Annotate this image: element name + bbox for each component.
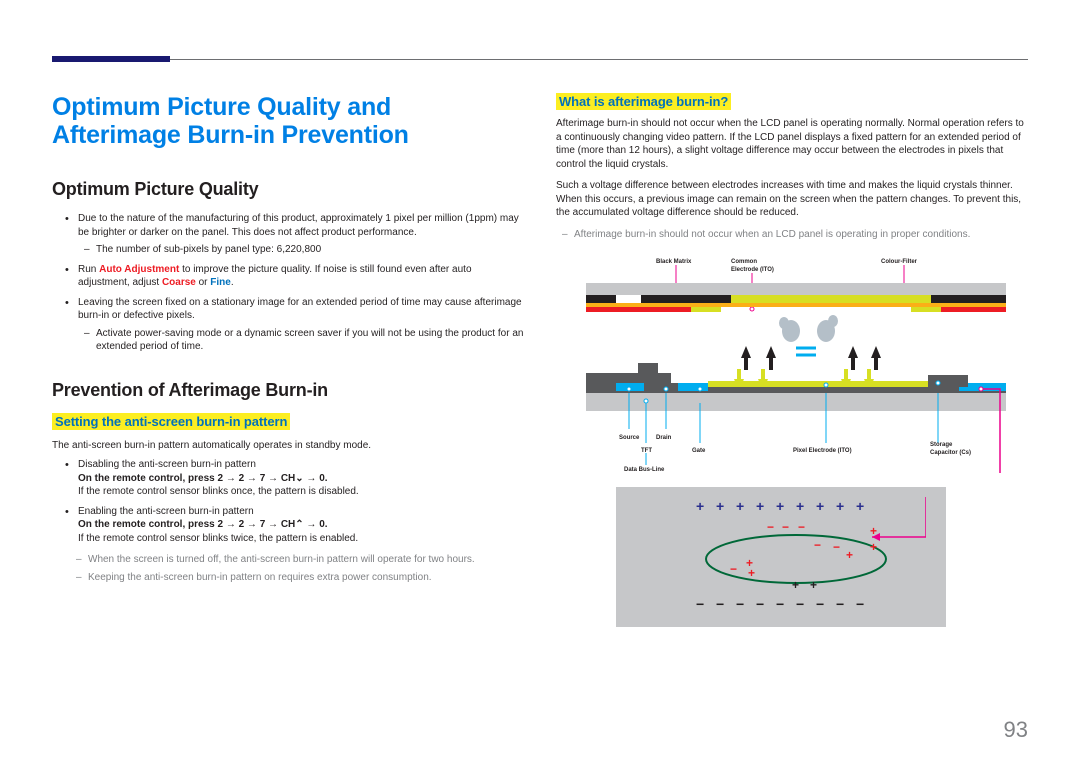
heading-prevention: Prevention of Afterimage Burn-in — [52, 380, 524, 401]
svg-text:+: + — [748, 566, 755, 580]
page: Optimum Picture Quality and Afterimage B… — [0, 0, 1080, 763]
svg-text:−: − — [730, 562, 737, 576]
svg-text:−: − — [767, 520, 774, 534]
pattern-intro: The anti-screen burn-in pattern automati… — [52, 439, 524, 453]
svg-text:−: − — [756, 596, 764, 612]
pattern-enable-cmd: On the remote control, press 2 → 2 → 7 →… — [78, 519, 328, 530]
svg-text:−: − — [833, 540, 840, 554]
label-colour-filter: Colour-Filter — [881, 259, 918, 265]
svg-text:−: − — [736, 596, 744, 612]
svg-text:+: + — [796, 498, 804, 514]
opq-item-1: Due to the nature of the manufacturing o… — [52, 212, 524, 257]
svg-text:+: + — [816, 498, 824, 514]
pattern-disable-cmd: On the remote control, press 2 → 2 → 7 →… — [78, 473, 328, 484]
diagram1-svg: Black Matrix Common Electrode (ITO) Colo… — [586, 253, 1006, 473]
svg-text:+: + — [736, 498, 744, 514]
svg-text:−: − — [696, 596, 704, 612]
svg-text:−: − — [776, 596, 784, 612]
svg-text:−: − — [814, 538, 821, 552]
pattern-disable: Disabling the anti-screen burn-in patter… — [52, 458, 524, 499]
label-storage-cap-1: Storage — [930, 442, 953, 448]
label-tft: TFT — [641, 448, 652, 454]
label-common-electrode-2: Electrode (ITO) — [731, 267, 774, 273]
svg-text:+: + — [776, 498, 784, 514]
label-data-busline: Data Bus-Line — [624, 467, 665, 473]
diagram-crystal-alignment: + + + + + + + + + − + + − − − − — [616, 487, 946, 627]
svg-text:−: − — [796, 596, 804, 612]
opq-list: Due to the nature of the manufacturing o… — [52, 212, 524, 354]
opq-item-2-pre: Run — [78, 264, 99, 275]
label-source: Source — [619, 435, 640, 441]
pattern-enable: Enabling the anti-screen burn-in pattern… — [52, 505, 524, 546]
svg-text:−: − — [856, 596, 864, 612]
label-drain: Drain — [656, 435, 672, 441]
right-column: What is afterimage burn-in? Afterimage b… — [556, 93, 1028, 703]
burnin-note-1: Afterimage burn-in should not occur when… — [556, 228, 1028, 242]
svg-text:−: − — [798, 520, 805, 534]
svg-text:−: − — [716, 596, 724, 612]
pattern-disable-result: If the remote control sensor blinks once… — [78, 486, 359, 497]
label-pixel-electrode: Pixel Electrode (ITO) — [793, 448, 852, 454]
header-divider — [52, 59, 1028, 60]
label-storage-cap-2: Capacitor (Cs) — [930, 450, 971, 456]
opq-item-2-coarse: Coarse — [162, 277, 196, 288]
opq-item-2-autoadj: Auto Adjustment — [99, 264, 179, 275]
pattern-enable-result: If the remote control sensor blinks twic… — [78, 533, 358, 544]
svg-text:−: − — [782, 520, 789, 534]
opq-item-3: Leaving the screen fixed on a stationary… — [52, 296, 524, 354]
heading-setting-pattern: Setting the anti-screen burn-in pattern — [52, 413, 290, 430]
opq-item-1-text: Due to the nature of the manufacturing o… — [78, 213, 519, 238]
svg-text:+: + — [846, 548, 853, 562]
opq-item-2: Run Auto Adjustment to improve the pictu… — [52, 263, 524, 290]
heading-opq: Optimum Picture Quality — [52, 179, 524, 200]
pattern-note-2: Keeping the anti-screen burn-in pattern … — [70, 571, 524, 585]
svg-text:+: + — [716, 498, 724, 514]
burnin-para-1: Afterimage burn-in should not occur when… — [556, 117, 1028, 171]
opq-item-3-sub: Activate power-saving mode or a dynamic … — [78, 327, 524, 354]
diagram2-svg: + + + + + + + + + − + + − − − − — [636, 497, 926, 617]
pattern-enable-title: Enabling the anti-screen burn-in pattern — [78, 506, 254, 517]
heading-what-is-burnin: What is afterimage burn-in? — [556, 93, 731, 110]
label-black-matrix: Black Matrix — [656, 259, 692, 265]
svg-text:+: + — [836, 498, 844, 514]
svg-text:−: − — [816, 596, 824, 612]
page-number: 93 — [1004, 717, 1028, 743]
svg-text:+: + — [870, 524, 877, 538]
svg-text:+: + — [756, 498, 764, 514]
svg-text:+: + — [856, 498, 864, 514]
label-common-electrode-1: Common — [731, 259, 757, 265]
pattern-disable-title: Disabling the anti-screen burn-in patter… — [78, 459, 256, 470]
columns: Optimum Picture Quality and Afterimage B… — [52, 93, 1028, 703]
diagram-lcd-crosssection: Black Matrix Common Electrode (ITO) Colo… — [586, 253, 1006, 473]
left-column: Optimum Picture Quality and Afterimage B… — [52, 93, 524, 703]
header-accent — [52, 56, 170, 62]
opq-item-2-or: or — [196, 277, 210, 288]
opq-item-1-sub: The number of sub-pixels by panel type: … — [78, 243, 524, 257]
svg-text:+: + — [810, 578, 817, 592]
label-gate: Gate — [692, 448, 706, 454]
pattern-note-1: When the screen is turned off, the anti-… — [70, 553, 524, 567]
opq-item-2-end: . — [231, 277, 234, 288]
pattern-list: Disabling the anti-screen burn-in patter… — [52, 458, 524, 545]
opq-item-1-sub-1: The number of sub-pixels by panel type: … — [78, 243, 524, 257]
svg-text:+: + — [696, 498, 704, 514]
svg-text:+: + — [792, 578, 799, 592]
opq-item-3-sub-1: Activate power-saving mode or a dynamic … — [78, 327, 524, 354]
svg-text:−: − — [836, 596, 844, 612]
page-title: Optimum Picture Quality and Afterimage B… — [52, 93, 524, 149]
opq-item-2-fine: Fine — [210, 277, 231, 288]
burnin-notes: Afterimage burn-in should not occur when… — [556, 228, 1028, 242]
pattern-notes: When the screen is turned off, the anti-… — [52, 553, 524, 584]
svg-text:+: + — [870, 540, 877, 554]
burnin-para-2: Such a voltage difference between electr… — [556, 179, 1028, 220]
opq-item-3-text: Leaving the screen fixed on a stationary… — [78, 297, 522, 322]
